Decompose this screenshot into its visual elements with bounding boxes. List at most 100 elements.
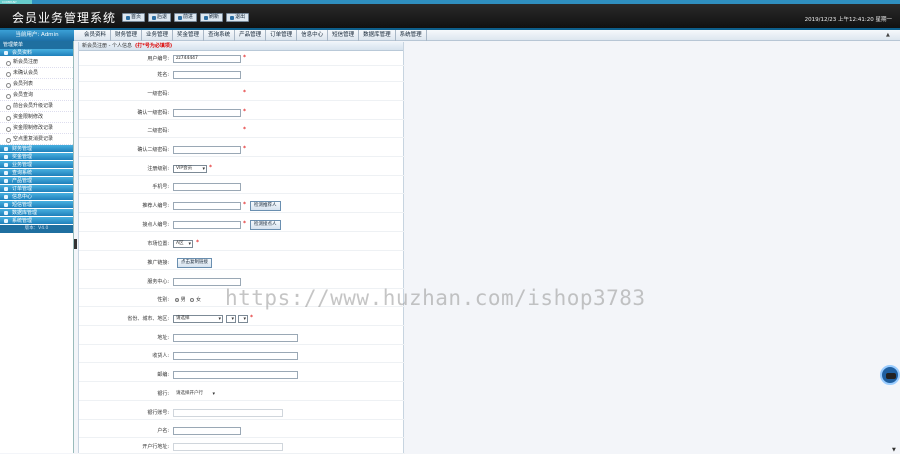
sidebar-section-info[interactable]: 信息中心	[0, 193, 73, 201]
check-referrer-button[interactable]: 检测推荐人	[250, 201, 281, 211]
copy-link-button[interactable]: 点击复制链接	[177, 258, 212, 268]
level-select[interactable]: VIP会员	[173, 165, 207, 173]
sidebar-section-finance[interactable]: 财务管理	[0, 145, 73, 153]
required-star: *	[209, 164, 212, 171]
required-star: *	[196, 239, 199, 246]
sidebar-section-orders[interactable]: 订单管理	[0, 185, 73, 193]
user-id-field[interactable]: zz744447	[173, 55, 241, 63]
password1-field[interactable]	[173, 90, 241, 98]
nav-item-query[interactable]: 查询系统	[204, 30, 236, 41]
password1-confirm-field[interactable]	[173, 109, 241, 117]
row-bank: 银行: 请选择开户行	[79, 387, 405, 401]
gender-female-radio[interactable]	[190, 297, 195, 302]
district-select[interactable]	[238, 315, 248, 323]
label-region: 省份、城市、地区:	[127, 316, 169, 322]
sidebar-item-repeat-consume[interactable]: 空点重复消费记录	[0, 134, 73, 145]
sidebar-section-sms[interactable]: 短信管理	[0, 201, 73, 209]
gender-female-label: 女	[195, 297, 201, 303]
nav-item-business[interactable]: 业务管理	[142, 30, 174, 41]
nav-item-orders[interactable]: 订单管理	[266, 30, 298, 41]
sidebar-section-database[interactable]: 数据库管理	[0, 209, 73, 217]
sidebar-version: 版本：V4.0	[0, 225, 73, 233]
row-region: 省份、城市、地区: 请选择 *	[79, 312, 405, 326]
bank-branch-field[interactable]	[173, 443, 283, 451]
required-star: *	[243, 220, 246, 227]
scroll-down-icon[interactable]: ▼	[892, 447, 896, 453]
mobile-field[interactable]	[173, 183, 241, 191]
page-scrollbar[interactable]: ▼	[892, 41, 900, 453]
sidebar-item-upgrade-log[interactable]: 前台会员升级记录	[0, 101, 73, 112]
label-bank-account: 银行账号:	[147, 410, 169, 416]
receiver-field[interactable]	[173, 352, 298, 360]
nav-item-bonus[interactable]: 奖金管理	[173, 30, 205, 41]
forward-icon	[178, 15, 183, 20]
row-referrer: 推荐人编号: * 检测推荐人	[79, 199, 405, 213]
placement-field[interactable]	[173, 221, 241, 229]
form-title-bar: 新会员注册 - 个人信息 (打*号为必填项)	[79, 42, 403, 51]
label-mobile: 手机号:	[152, 184, 169, 190]
forward-button[interactable]: 前进	[174, 13, 198, 22]
label-user-id: 用户编号:	[147, 56, 169, 62]
scroll-up-icon[interactable]: ▲	[886, 32, 892, 39]
referrer-field[interactable]	[173, 202, 241, 210]
nav-item-products[interactable]: 产品管理	[235, 30, 267, 41]
service-center-field[interactable]	[173, 278, 241, 286]
sidebar-section-members[interactable]: 会员资料	[0, 49, 73, 57]
gender-male-radio[interactable]	[175, 297, 179, 302]
password2-field[interactable]	[173, 127, 241, 135]
row-password1-confirm: 确认一级密码: *	[79, 106, 405, 120]
required-note: (打*号为必填项)	[134, 43, 173, 49]
label-password2-confirm: 确认二级密码:	[137, 147, 169, 153]
label-account-name: 户名:	[157, 428, 169, 434]
label-referrer: 推荐人编号:	[142, 203, 169, 209]
row-promo-link: 推广链接: 点击复制链接	[79, 256, 405, 270]
nav-item-sms[interactable]: 短信管理	[328, 30, 360, 41]
sidebar-toggle-handle[interactable]	[74, 239, 77, 249]
form-title: 新会员注册 - 个人信息	[82, 43, 132, 49]
nav-item-members[interactable]: 会员资料	[80, 30, 112, 41]
sidebar-item-register[interactable]: 新会员注册	[0, 57, 73, 68]
sidebar: 管理菜单 会员资料 新会员注册 未确认会员 会员列表 会员查询 前台会员升级记录…	[0, 41, 74, 453]
row-position: 市场位置: A区 *	[79, 237, 405, 251]
home-button[interactable]: 首页	[122, 13, 146, 22]
sidebar-item-fund-limit[interactable]: 资金限制修改	[0, 112, 73, 123]
account-name-field[interactable]	[173, 427, 241, 435]
nav-item-system[interactable]: 系统管理	[396, 30, 427, 41]
label-receiver: 收货人:	[152, 353, 169, 359]
sidebar-section-bonus[interactable]: 奖金管理	[0, 153, 73, 161]
sidebar-section-products[interactable]: 产品管理	[0, 177, 73, 185]
password2-confirm-field[interactable]	[173, 146, 241, 154]
position-select[interactable]: A区	[173, 240, 193, 248]
province-select[interactable]: 请选择	[173, 315, 223, 323]
label-placement: 接点人编号:	[142, 222, 169, 228]
sidebar-section-business[interactable]: 业务管理	[0, 161, 73, 169]
postcode-field[interactable]	[173, 371, 298, 379]
row-password2-confirm: 确认二级密码: *	[79, 143, 405, 157]
nav-item-info[interactable]: 信息中心	[297, 30, 329, 41]
back-icon	[152, 15, 157, 20]
check-placement-button[interactable]: 检测接点人	[250, 220, 281, 230]
back-button[interactable]: 后退	[148, 13, 172, 22]
gender-options: 男 女	[175, 293, 201, 307]
sidebar-item-member-list[interactable]: 会员列表	[0, 79, 73, 90]
main-panel: 新会员注册 - 个人信息 (打*号为必填项) 用户编号: zz744447 * 姓…	[78, 42, 405, 454]
sidebar-item-fund-limit-log[interactable]: 资金限制修改记录	[0, 123, 73, 134]
label-name: 姓名:	[157, 72, 169, 78]
row-receiver: 收货人:	[79, 349, 405, 363]
address-field[interactable]	[173, 334, 298, 342]
refresh-button[interactable]: 刷新	[200, 13, 224, 22]
sidebar-section-system[interactable]: 系统管理	[0, 217, 73, 225]
name-field[interactable]	[173, 71, 241, 79]
sidebar-section-query[interactable]: 查询系统	[0, 169, 73, 177]
sidebar-item-unconfirmed[interactable]: 未确认会员	[0, 68, 73, 79]
sidebar-item-member-query[interactable]: 会员查询	[0, 90, 73, 101]
required-star: *	[243, 108, 246, 115]
nav-item-database[interactable]: 数据库管理	[359, 30, 396, 41]
required-star: *	[243, 89, 246, 96]
logout-button[interactable]: 退出	[226, 13, 250, 22]
bank-select[interactable]: 请选择开户行	[173, 390, 217, 398]
bank-account-field[interactable]	[173, 409, 283, 417]
label-promo-link: 推广链接:	[147, 260, 169, 266]
city-select[interactable]	[226, 315, 236, 323]
nav-item-finance[interactable]: 财务管理	[111, 30, 143, 41]
